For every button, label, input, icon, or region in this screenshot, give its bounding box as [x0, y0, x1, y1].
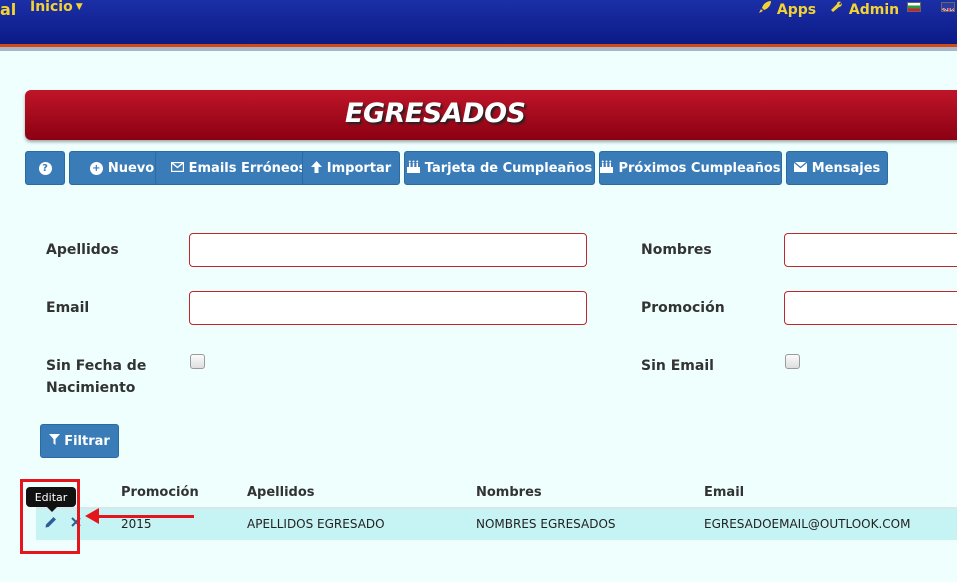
- proximos-cumpleanos-button[interactable]: Próximos Cumpleaños: [599, 151, 782, 185]
- help-button[interactable]: ?: [25, 151, 65, 185]
- sin-fecha-nacimiento-checkbox[interactable]: [190, 354, 205, 369]
- rocket-icon: [758, 1, 777, 18]
- sin-fecha-label-line2: Nacimiento: [46, 380, 136, 396]
- question-icon: ?: [38, 161, 52, 175]
- caret-down-icon: ▼: [75, 2, 83, 12]
- column-header-nombres[interactable]: Nombres: [476, 485, 542, 500]
- filtrar-button[interactable]: Filtrar: [40, 424, 119, 458]
- wrench-icon: [830, 1, 849, 18]
- page-title: EGRESADOS: [345, 98, 526, 129]
- nav-apps-menu[interactable]: Apps: [758, 0, 816, 18]
- envelope-icon: [170, 161, 184, 175]
- tarjeta-cumpleanos-button[interactable]: Tarjeta de Cumpleaños: [404, 151, 595, 185]
- arrow-up-icon: [310, 160, 322, 176]
- mensajes-button[interactable]: Mensajes: [786, 151, 888, 185]
- column-header-promocion[interactable]: Promoción: [121, 485, 199, 500]
- apellidos-input[interactable]: [189, 233, 587, 267]
- navbar-shadow-stripe: [0, 47, 957, 51]
- birthday-cake-icon: [406, 160, 420, 176]
- email-label: Email: [46, 300, 90, 316]
- language-flag-bulgarian[interactable]: [907, 2, 921, 12]
- tarjeta-cumpleanos-label: Tarjeta de Cumpleaños: [424, 160, 593, 176]
- nombres-label: Nombres: [641, 242, 712, 258]
- birthday-cake-icon: [600, 160, 614, 176]
- nav-admin-menu[interactable]: Admin: [830, 0, 899, 18]
- annotation-highlight-box: [20, 479, 80, 554]
- brand-logo-fragment[interactable]: al: [0, 0, 16, 19]
- column-header-apellidos[interactable]: Apellidos: [247, 485, 315, 500]
- promocion-input[interactable]: [784, 291, 957, 325]
- sin-fecha-nacimiento-label: Sin Fecha de Nacimiento: [46, 355, 146, 399]
- nav-admin-label: Admin: [848, 2, 900, 18]
- nombres-input[interactable]: [784, 233, 957, 267]
- importar-label: Importar: [326, 160, 392, 176]
- annotation-arrow-line: [97, 515, 194, 518]
- mensajes-label: Mensajes: [811, 160, 881, 176]
- annotation-arrow-head: [85, 508, 99, 524]
- sin-email-label: Sin Email: [641, 358, 714, 374]
- email-input[interactable]: [189, 291, 587, 325]
- cell-nombres: NOMBRES EGRESADOS: [476, 517, 616, 531]
- cell-promocion: 2015: [121, 517, 152, 531]
- apellidos-label: Apellidos: [46, 242, 119, 258]
- nav-inicio-menu[interactable]: Inicio ▼: [30, 0, 83, 15]
- envelope-icon: [793, 161, 808, 175]
- language-flag-english[interactable]: [941, 2, 955, 12]
- emails-erroneos-button[interactable]: Emails Erróneos: [155, 151, 322, 185]
- nuevo-label: Nuevo: [107, 160, 155, 176]
- cell-email: EGRESADOEMAIL@OUTLOOK.COM: [704, 517, 911, 531]
- column-header-email[interactable]: Email: [704, 485, 744, 500]
- nav-inicio-label: Inicio: [30, 0, 73, 15]
- sin-fecha-label-line1: Sin Fecha de: [46, 358, 147, 374]
- sin-email-checkbox[interactable]: [785, 354, 800, 369]
- nav-apps-label: Apps: [776, 2, 817, 18]
- cell-apellidos: APELLIDOS EGRESADO: [247, 517, 385, 531]
- proximos-cumpleanos-label: Próximos Cumpleaños: [618, 160, 781, 176]
- importar-button[interactable]: Importar: [302, 151, 400, 185]
- plus-circle-icon: +: [89, 161, 103, 175]
- filter-icon: [49, 433, 61, 449]
- top-navbar: al Inicio ▼ Apps Admin: [0, 0, 957, 44]
- page-title-banner: EGRESADOS: [25, 90, 957, 140]
- filtrar-label: Filtrar: [64, 433, 110, 449]
- emails-erroneos-label: Emails Erróneos: [188, 160, 307, 176]
- promocion-label: Promoción: [641, 300, 725, 316]
